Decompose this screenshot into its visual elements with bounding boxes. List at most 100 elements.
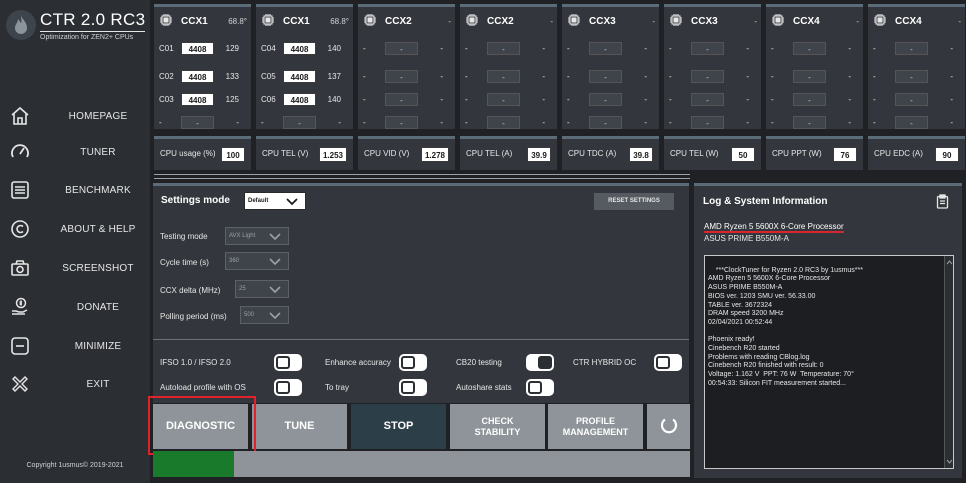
core-frequency: - bbox=[895, 41, 928, 55]
app-logo-area: CTR 2.0 RC3 Optimization for ZEN2+ CPUs bbox=[0, 0, 150, 50]
core-value: - bbox=[644, 71, 647, 81]
cpu-chip-icon bbox=[873, 13, 887, 30]
core-row: --- bbox=[873, 69, 965, 83]
log-panel: Log & System Information AMD Ryzen 5 560… bbox=[694, 183, 962, 478]
core-value: - bbox=[440, 43, 443, 53]
core-value: 133 bbox=[225, 71, 239, 81]
copyright-text: Copyright 1usmus© 2019-2021 bbox=[26, 462, 124, 469]
core-id: - bbox=[465, 117, 468, 127]
cpu-chip-icon bbox=[363, 13, 377, 30]
cpu-chip-icon bbox=[465, 13, 479, 30]
core-id: - bbox=[669, 71, 672, 81]
clipboard-icon[interactable] bbox=[935, 194, 950, 209]
core-frequency: - bbox=[793, 41, 826, 55]
chevron-down-icon bbox=[268, 310, 282, 327]
polling-period-value: 500 bbox=[244, 312, 255, 318]
core-frequency: - bbox=[895, 115, 928, 129]
core-row: --- bbox=[669, 92, 761, 106]
stat-value: 50 bbox=[731, 147, 755, 162]
diagnostic-button[interactable]: DIAGNOSTIC bbox=[153, 404, 248, 449]
polling-period-select[interactable]: 500 bbox=[240, 306, 289, 324]
check-stability-label-1: CHECK bbox=[481, 416, 514, 427]
core-row: C05 4408 137 bbox=[261, 69, 353, 83]
chevron-down-icon bbox=[268, 284, 282, 301]
core-row: --- bbox=[771, 41, 863, 55]
tune-button[interactable]: TUNE bbox=[252, 404, 347, 449]
core-frequency: 4408 bbox=[283, 69, 316, 83]
ccx-name: CCX2 bbox=[385, 16, 412, 27]
stat-label: CPU TEL (V) bbox=[262, 149, 309, 158]
home-icon bbox=[9, 105, 31, 127]
ccx-temperature: - bbox=[550, 17, 553, 26]
core-id: - bbox=[669, 117, 672, 127]
core-row: C06 4408 140 bbox=[261, 92, 353, 106]
core-frequency: - bbox=[487, 41, 520, 55]
autoshare-stats-toggle[interactable] bbox=[526, 379, 554, 396]
ccx-block: CCX3 - - - - - - - - - - - - - bbox=[562, 4, 659, 129]
core-id: C01 bbox=[159, 43, 174, 53]
nav-benchmark[interactable]: BENCHMARK bbox=[0, 174, 150, 206]
ccx-delta-select[interactable]: 25 bbox=[235, 280, 289, 298]
reset-settings-button[interactable]: RESET SETTINGS bbox=[594, 193, 674, 210]
core-row: --- bbox=[465, 92, 557, 106]
nav-about-help[interactable]: ABOUT & HELP bbox=[0, 213, 150, 245]
stat-value: 100 bbox=[221, 147, 245, 162]
stat-block: CPU TEL (V) 1.253 bbox=[256, 136, 353, 170]
core-id: - bbox=[873, 71, 876, 81]
profile-management-button[interactable]: PROFILE MANAGEMENT bbox=[548, 404, 643, 449]
camera-icon bbox=[9, 257, 31, 279]
log-scrollbar[interactable] bbox=[944, 256, 953, 468]
cpu-chip-icon bbox=[669, 13, 683, 30]
settings-mode-select[interactable]: Default bbox=[244, 192, 306, 210]
cpu-chip-icon bbox=[261, 13, 275, 30]
stat-value: 1.278 bbox=[420, 147, 449, 162]
nav-minimize[interactable]: MINIMIZE bbox=[0, 330, 150, 362]
stat-block: CPU usage (%) 100 bbox=[154, 136, 251, 170]
ccx-temperature: - bbox=[958, 17, 961, 26]
nav-homepage[interactable]: HOMEPAGE bbox=[0, 100, 150, 132]
core-id: - bbox=[669, 94, 672, 104]
log-text: ***ClockTuner for Ryzen 2.0 RC3 by 1usmu… bbox=[708, 266, 863, 387]
core-row: C01 4408 129 bbox=[159, 41, 251, 55]
nav-tuner[interactable]: TUNER bbox=[0, 136, 150, 168]
nav-benchmark-label: BENCHMARK bbox=[65, 184, 131, 196]
cycle-time-value: 360 bbox=[229, 258, 240, 264]
core-value: - bbox=[440, 117, 443, 127]
ccx-temperature: 68.8° bbox=[228, 17, 247, 26]
cycle-time-select[interactable]: 360 bbox=[225, 252, 289, 270]
testing-mode-select[interactable]: AVX Light bbox=[225, 227, 289, 245]
ccx-temperature: - bbox=[856, 17, 859, 26]
stat-value: 1.253 bbox=[318, 147, 347, 162]
core-value: - bbox=[542, 94, 545, 104]
cb20-testing-toggle[interactable] bbox=[526, 354, 554, 371]
nav-donate[interactable]: DONATE bbox=[0, 291, 150, 323]
core-frequency: - bbox=[487, 115, 520, 129]
core-frequency: - bbox=[283, 115, 316, 129]
core-frequency: 4408 bbox=[283, 41, 316, 55]
core-value: - bbox=[644, 94, 647, 104]
log-textarea[interactable]: ***ClockTuner for Ryzen 2.0 RC3 by 1usmu… bbox=[704, 255, 954, 469]
core-id: - bbox=[873, 94, 876, 104]
nav-exit[interactable]: EXIT bbox=[0, 368, 150, 400]
autoload-profile-label: Autoload profile with OS bbox=[160, 383, 246, 392]
ccx-block: CCX2 - - - - - - - - - - - - - bbox=[460, 4, 557, 129]
core-frequency: - bbox=[691, 115, 724, 129]
core-row: C04 4408 140 bbox=[261, 41, 353, 55]
enhance-accuracy-toggle[interactable] bbox=[399, 354, 427, 371]
stat-value: 76 bbox=[833, 147, 857, 162]
check-stability-button[interactable]: CHECK STABILITY bbox=[450, 404, 545, 449]
ccx-name: CCX1 bbox=[181, 16, 208, 27]
stop-button[interactable]: STOP bbox=[351, 404, 446, 449]
refresh-button[interactable] bbox=[647, 404, 690, 449]
to-tray-toggle[interactable] bbox=[399, 379, 427, 396]
ifso-toggle[interactable] bbox=[274, 354, 302, 371]
nav-screenshot[interactable]: SCREENSHOT bbox=[0, 252, 150, 284]
core-value: - bbox=[338, 117, 341, 127]
core-frequency: - bbox=[487, 92, 520, 106]
ctr-hybrid-oc-toggle[interactable] bbox=[654, 354, 682, 371]
core-frequency: - bbox=[385, 69, 418, 83]
core-row: --- bbox=[363, 69, 455, 83]
core-frequency: 4408 bbox=[181, 92, 214, 106]
autoload-profile-toggle[interactable] bbox=[274, 379, 302, 396]
core-value: - bbox=[950, 71, 953, 81]
